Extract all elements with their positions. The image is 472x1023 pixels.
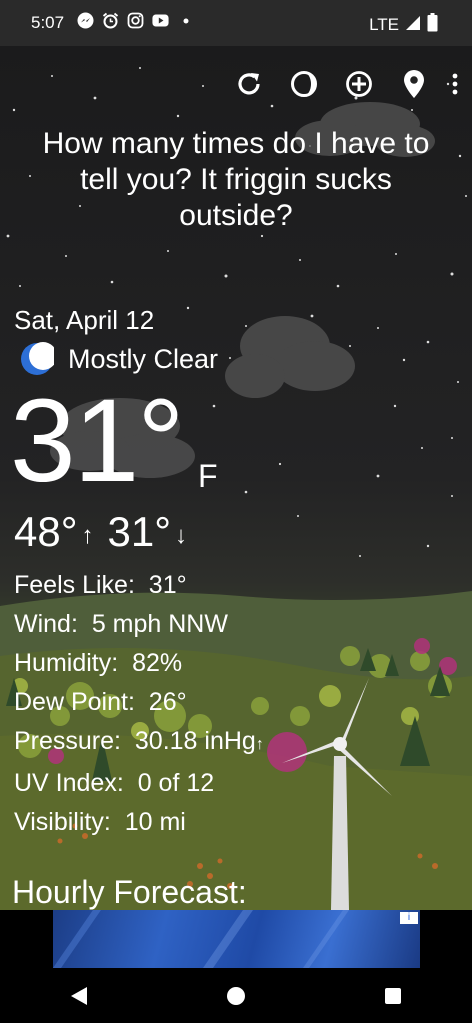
condition-row: Mostly Clear	[20, 342, 218, 376]
status-right: LTE	[369, 13, 438, 37]
dew-point-row: Dew Point: 26°	[14, 683, 264, 722]
ad-info-icon[interactable]: i	[400, 912, 418, 924]
pressure-label: Pressure:	[14, 727, 121, 755]
down-arrow-icon: ↓	[175, 522, 188, 549]
moon-icon	[21, 342, 54, 375]
overflow-menu-icon	[452, 73, 458, 95]
feels-like-label: Feels Like:	[14, 571, 135, 599]
weather-details: Feels Like: 31° Wind: 5 mph NNW Humidity…	[14, 566, 264, 842]
youtube-icon	[152, 12, 169, 29]
add-location-button[interactable]	[339, 64, 379, 104]
alarm-icon	[102, 12, 119, 29]
overflow-menu-button[interactable]	[446, 64, 464, 104]
signal-icon	[405, 15, 421, 36]
high-low-row: 48° ↑ 31° ↓	[14, 508, 201, 556]
temperature-unit: F	[198, 458, 218, 494]
humidity-value: 82%	[132, 649, 183, 677]
add-location-icon	[346, 71, 372, 97]
status-bar: 5:07 LTE	[0, 0, 472, 46]
snarky-message: How many times do I have to tell you? It…	[42, 127, 430, 232]
network-label: LTE	[369, 15, 399, 34]
battery-icon	[427, 13, 438, 37]
high-temp: 48°	[14, 508, 78, 555]
feels-like-value: 31°	[148, 571, 187, 599]
pressure-value: 30.18 inHg	[134, 727, 256, 755]
uv-index-value: 0 of 12	[137, 769, 215, 797]
home-button[interactable]	[206, 976, 266, 1016]
location-pin-icon	[404, 70, 424, 98]
visibility-row: Visibility: 10 mi	[14, 803, 264, 842]
back-icon	[70, 986, 87, 1005]
uv-index-label: UV Index:	[14, 769, 124, 797]
pressure-trend-icon: ↑	[255, 736, 264, 753]
theme-icon	[291, 71, 317, 97]
refresh-button[interactable]	[229, 64, 269, 104]
recents-button[interactable]	[363, 976, 423, 1016]
system-nav-bar	[0, 968, 472, 1023]
wind-label: Wind:	[14, 610, 78, 638]
wind-row: Wind: 5 mph NNW	[14, 605, 264, 644]
pressure-row: Pressure: 30.18 inHg↑	[14, 722, 264, 764]
top-toolbar	[214, 64, 472, 104]
status-time: 5:07	[31, 13, 65, 32]
wind-value: 5 mph NNW	[91, 610, 228, 638]
recents-icon	[385, 987, 402, 1004]
weather-app: How many times do I have to tell you? It…	[0, 46, 472, 910]
notification-icons	[77, 12, 194, 29]
visibility-label: Visibility:	[14, 808, 111, 836]
back-button[interactable]	[49, 976, 109, 1016]
theme-button[interactable]	[284, 64, 324, 104]
ad-bar: i	[0, 910, 472, 968]
up-arrow-icon: ↑	[81, 522, 94, 549]
instagram-icon	[127, 12, 144, 29]
dew-point-label: Dew Point:	[14, 688, 135, 716]
forecast-date: Sat, April 12	[14, 305, 155, 335]
feels-like-row: Feels Like: 31°	[14, 566, 264, 605]
humidity-label: Humidity:	[14, 649, 119, 677]
uv-index-row: UV Index: 0 of 12	[14, 764, 264, 803]
ad-banner[interactable]: i	[53, 910, 420, 968]
visibility-value: 10 mi	[124, 808, 186, 836]
current-temperature: 31°	[10, 375, 184, 507]
condition-text: Mostly Clear	[68, 343, 219, 374]
humidity-row: Humidity: 82%	[14, 644, 264, 683]
home-icon	[226, 986, 245, 1005]
refresh-icon	[238, 73, 260, 95]
ad-banner-graphic	[53, 910, 349, 968]
messenger-icon	[77, 12, 94, 29]
location-button[interactable]	[394, 64, 434, 104]
low-temp: 31°	[107, 508, 172, 555]
dew-point-value: 26°	[148, 688, 187, 716]
dot-icon	[177, 12, 194, 29]
hourly-forecast-heading: Hourly Forecast:	[12, 874, 247, 910]
